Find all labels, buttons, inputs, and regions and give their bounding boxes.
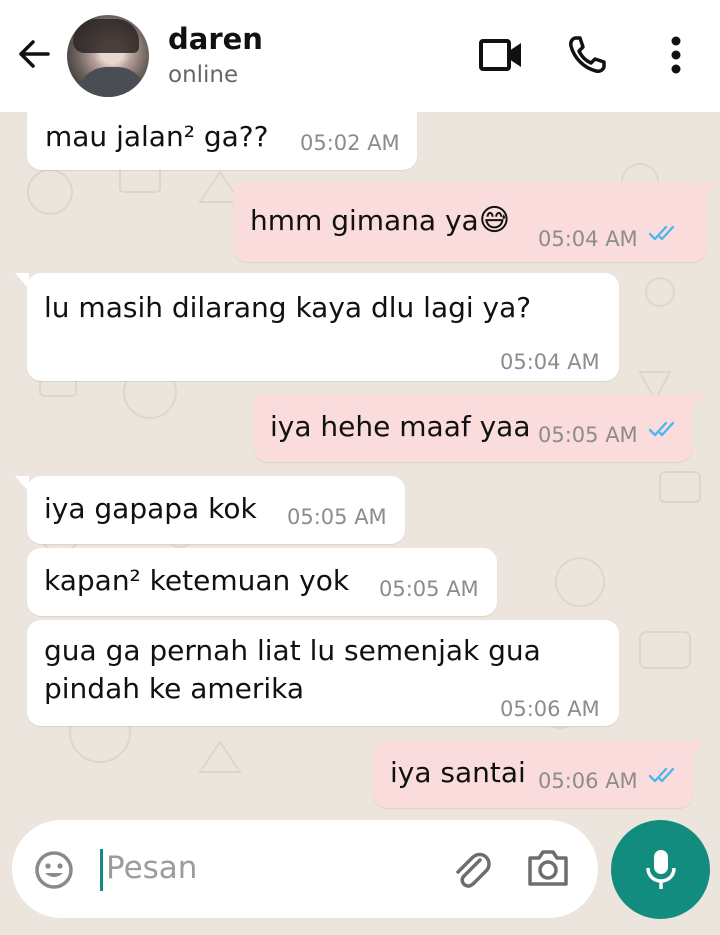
- bubble-tail: [690, 394, 704, 410]
- message-line: mau jalan² ga??: [45, 120, 269, 153]
- message-line: gua ga pernah liat lu semenjak gua: [44, 634, 541, 667]
- message-line: iya hehe maaf yaa: [270, 410, 531, 443]
- message-text: lu masih dilarang kaya dlu lagi ya?: [44, 289, 531, 327]
- message-line: kapan² ketemuan yok: [44, 564, 350, 597]
- avatar-coat: [77, 67, 147, 97]
- message-text: iya santai: [390, 754, 526, 792]
- bubble-tail: [15, 273, 29, 289]
- emoji-sweat-smile-icon: 😅: [478, 203, 510, 238]
- bubble-tail: [705, 182, 719, 198]
- message-line: iya santai: [390, 756, 526, 789]
- camera-icon[interactable]: [526, 848, 570, 888]
- read-ticks-icon: [648, 421, 675, 437]
- video-call-icon[interactable]: [478, 36, 524, 74]
- text-cursor: [100, 849, 103, 891]
- message-time: 05:06 AM: [500, 697, 600, 721]
- message-line: lu masih dilarang kaya dlu lagi ya?: [44, 291, 532, 324]
- message-text: iya gapapa kok: [44, 490, 257, 528]
- message-time: 05:02 AM: [300, 131, 400, 155]
- message-input[interactable]: Pesan: [106, 850, 197, 886]
- mic-icon: [646, 850, 676, 889]
- incoming-message[interactable]: lu masih dilarang kaya dlu lagi ya? 05:04…: [15, 273, 619, 381]
- message-line: iya gapapa kok: [44, 492, 257, 525]
- message-text: gua ga pernah liat lu semenjak gua pindah…: [44, 632, 541, 708]
- incoming-message[interactable]: kapan² ketemuan yok 05:05 AM: [27, 548, 497, 616]
- message-time: 05:04 AM: [538, 227, 638, 251]
- avatar[interactable]: [67, 15, 149, 97]
- bubble-tail: [15, 476, 29, 492]
- contact-status: online: [168, 62, 239, 88]
- arrow-left-icon[interactable]: [14, 34, 54, 74]
- message-time: 05:05 AM: [538, 423, 638, 447]
- mic-button[interactable]: [611, 820, 710, 919]
- message-text: mau jalan² ga??: [45, 118, 268, 156]
- outgoing-message[interactable]: hmm gimana ya😅 05:04 AM: [233, 182, 719, 262]
- message-text: iya hehe maaf yaa: [270, 408, 531, 446]
- message-time: 05:06 AM: [538, 769, 638, 793]
- message-composer[interactable]: Pesan: [12, 820, 598, 918]
- message-time: 05:05 AM: [379, 577, 479, 601]
- incoming-message[interactable]: gua ga pernah liat lu semenjak gua pindah…: [27, 620, 619, 726]
- contact-name[interactable]: daren: [168, 22, 263, 56]
- read-ticks-icon: [648, 225, 675, 241]
- emoji-icon[interactable]: [34, 850, 74, 890]
- bubble-tail: [691, 740, 705, 756]
- chat-area[interactable]: mau jalan² ga?? 05:02 AM hmm gimana ya😅 05:…: [0, 112, 720, 825]
- more-vert-icon[interactable]: [664, 36, 688, 76]
- message-text: hmm gimana ya😅: [250, 202, 510, 240]
- avatar-hair: [73, 19, 139, 53]
- message-time: 05:04 AM: [500, 350, 600, 374]
- message-time: 05:05 AM: [287, 505, 387, 529]
- chat-header: daren online: [0, 0, 720, 112]
- outgoing-message[interactable]: iya hehe maaf yaa 05:05 AM: [253, 394, 704, 462]
- message-text: kapan² ketemuan yok: [44, 562, 349, 600]
- outgoing-message[interactable]: iya santai 05:06 AM: [373, 740, 705, 808]
- paperclip-icon[interactable]: [450, 848, 494, 892]
- phone-icon[interactable]: [566, 34, 608, 76]
- incoming-message[interactable]: iya gapapa kok 05:05 AM: [15, 476, 405, 544]
- message-line: pindah ke amerika: [44, 672, 305, 705]
- read-ticks-icon: [648, 767, 675, 783]
- incoming-message[interactable]: mau jalan² ga?? 05:02 AM: [27, 112, 417, 170]
- message-line: hmm gimana ya: [250, 204, 479, 237]
